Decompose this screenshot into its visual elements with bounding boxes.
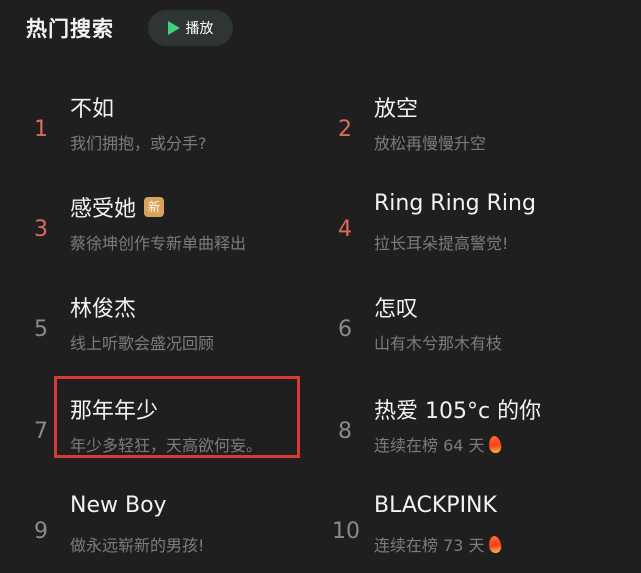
song-title: 放空 [374,97,419,122]
rank-number: 2 [338,117,352,142]
rank-number: 4 [338,217,352,242]
song-title-row: BLACKPINK [374,493,497,518]
fire-icon [487,434,502,454]
rank-number: 3 [34,217,48,242]
song-title-row: 怎叹 [374,291,418,323]
song-description-row: 连续在榜 73 天 [374,532,502,556]
search-item[interactable]: 7 那年年少年少多轻狂，天高欲何妄。 [28,393,328,473]
song-title: BLACKPINK [374,493,497,518]
search-item[interactable]: 10 BLACKPINK 连续在榜 73 天 [332,493,632,573]
search-item[interactable]: 6 怎叹山有木兮那木有枝 [332,291,632,371]
song-description-row: 山有木兮那木有枝 [374,330,502,354]
fire-icon [487,534,502,554]
rank-number: 10 [332,519,360,544]
new-badge: 新 [144,197,165,217]
song-description: 连续在榜 64 天 [374,436,485,455]
search-item[interactable]: 3 感受她新蔡徐坤创作专新单曲释出 [28,191,328,271]
song-title-row: New Boy [70,493,167,518]
search-item[interactable]: 1 不如我们拥抱，或分手? [28,91,328,171]
song-title: 热爱 105°c 的你 [374,399,542,424]
song-description: 放松再慢慢升空 [374,134,487,153]
song-title: 林俊杰 [70,297,137,322]
rank-number: 7 [34,419,48,444]
song-description-row: 放松再慢慢升空 [374,130,486,154]
song-title: 那年年少 [70,399,159,424]
song-title: 怎叹 [374,297,419,322]
search-item[interactable]: 5 林俊杰线上听歌会盛况回顾 [28,291,328,371]
rank-number: 1 [34,117,48,142]
song-description: 线上听歌会盛况回顾 [70,334,215,353]
song-title-row: 不如 [70,91,114,123]
song-description: 做永远崭新的男孩! [70,536,205,555]
rank-number: 6 [338,317,352,342]
song-title: 感受她 [70,197,137,222]
search-item[interactable]: 4 Ring Ring Ring 拉长耳朵提高警觉! [332,191,632,271]
search-item[interactable]: 9 New Boy 做永远崭新的男孩! [28,493,328,573]
song-title-row: 热爱 105°c 的你 [374,393,541,425]
song-title: Ring Ring Ring [374,191,536,216]
song-description-row: 我们拥抱，或分手? [70,130,207,154]
rank-number: 8 [338,419,352,444]
song-title-row: 感受她新 [70,191,165,223]
song-title: New Boy [70,493,167,518]
song-description: 年少多轻狂，天高欲何妄。 [70,436,263,455]
hot-search-list: 1 不如我们拥抱，或分手? 2 放空放松再慢慢升空 3 感受她新蔡徐坤创作专新单曲释出 4 R… [0,0,641,555]
song-description-row: 拉长耳朵提高警觉! [374,230,508,254]
song-title-row: 林俊杰 [70,291,136,323]
song-description-row: 连续在榜 64 天 [374,432,502,456]
song-description: 山有木兮那木有枝 [374,334,503,353]
rank-number: 5 [34,317,48,342]
rank-number: 9 [34,519,48,544]
song-description: 蔡徐坤创作专新单曲释出 [70,234,247,253]
song-description: 拉长耳朵提高警觉! [374,234,509,253]
song-title-row: Ring Ring Ring [374,191,536,216]
song-description: 我们拥抱，或分手? [70,134,207,153]
song-title-row: 放空 [374,91,418,123]
song-title-row: 那年年少 [70,393,158,425]
song-description-row: 线上听歌会盛况回顾 [70,330,214,354]
song-description-row: 做永远崭新的男孩! [70,532,204,556]
song-description-row: 蔡徐坤创作专新单曲释出 [70,230,246,254]
song-title: 不如 [70,97,115,122]
song-description-row: 年少多轻狂，天高欲何妄。 [70,432,262,456]
search-item[interactable]: 2 放空放松再慢慢升空 [332,91,632,171]
song-description: 连续在榜 73 天 [374,536,485,555]
search-item[interactable]: 8 热爱 105°c 的你连续在榜 64 天 [332,393,632,473]
